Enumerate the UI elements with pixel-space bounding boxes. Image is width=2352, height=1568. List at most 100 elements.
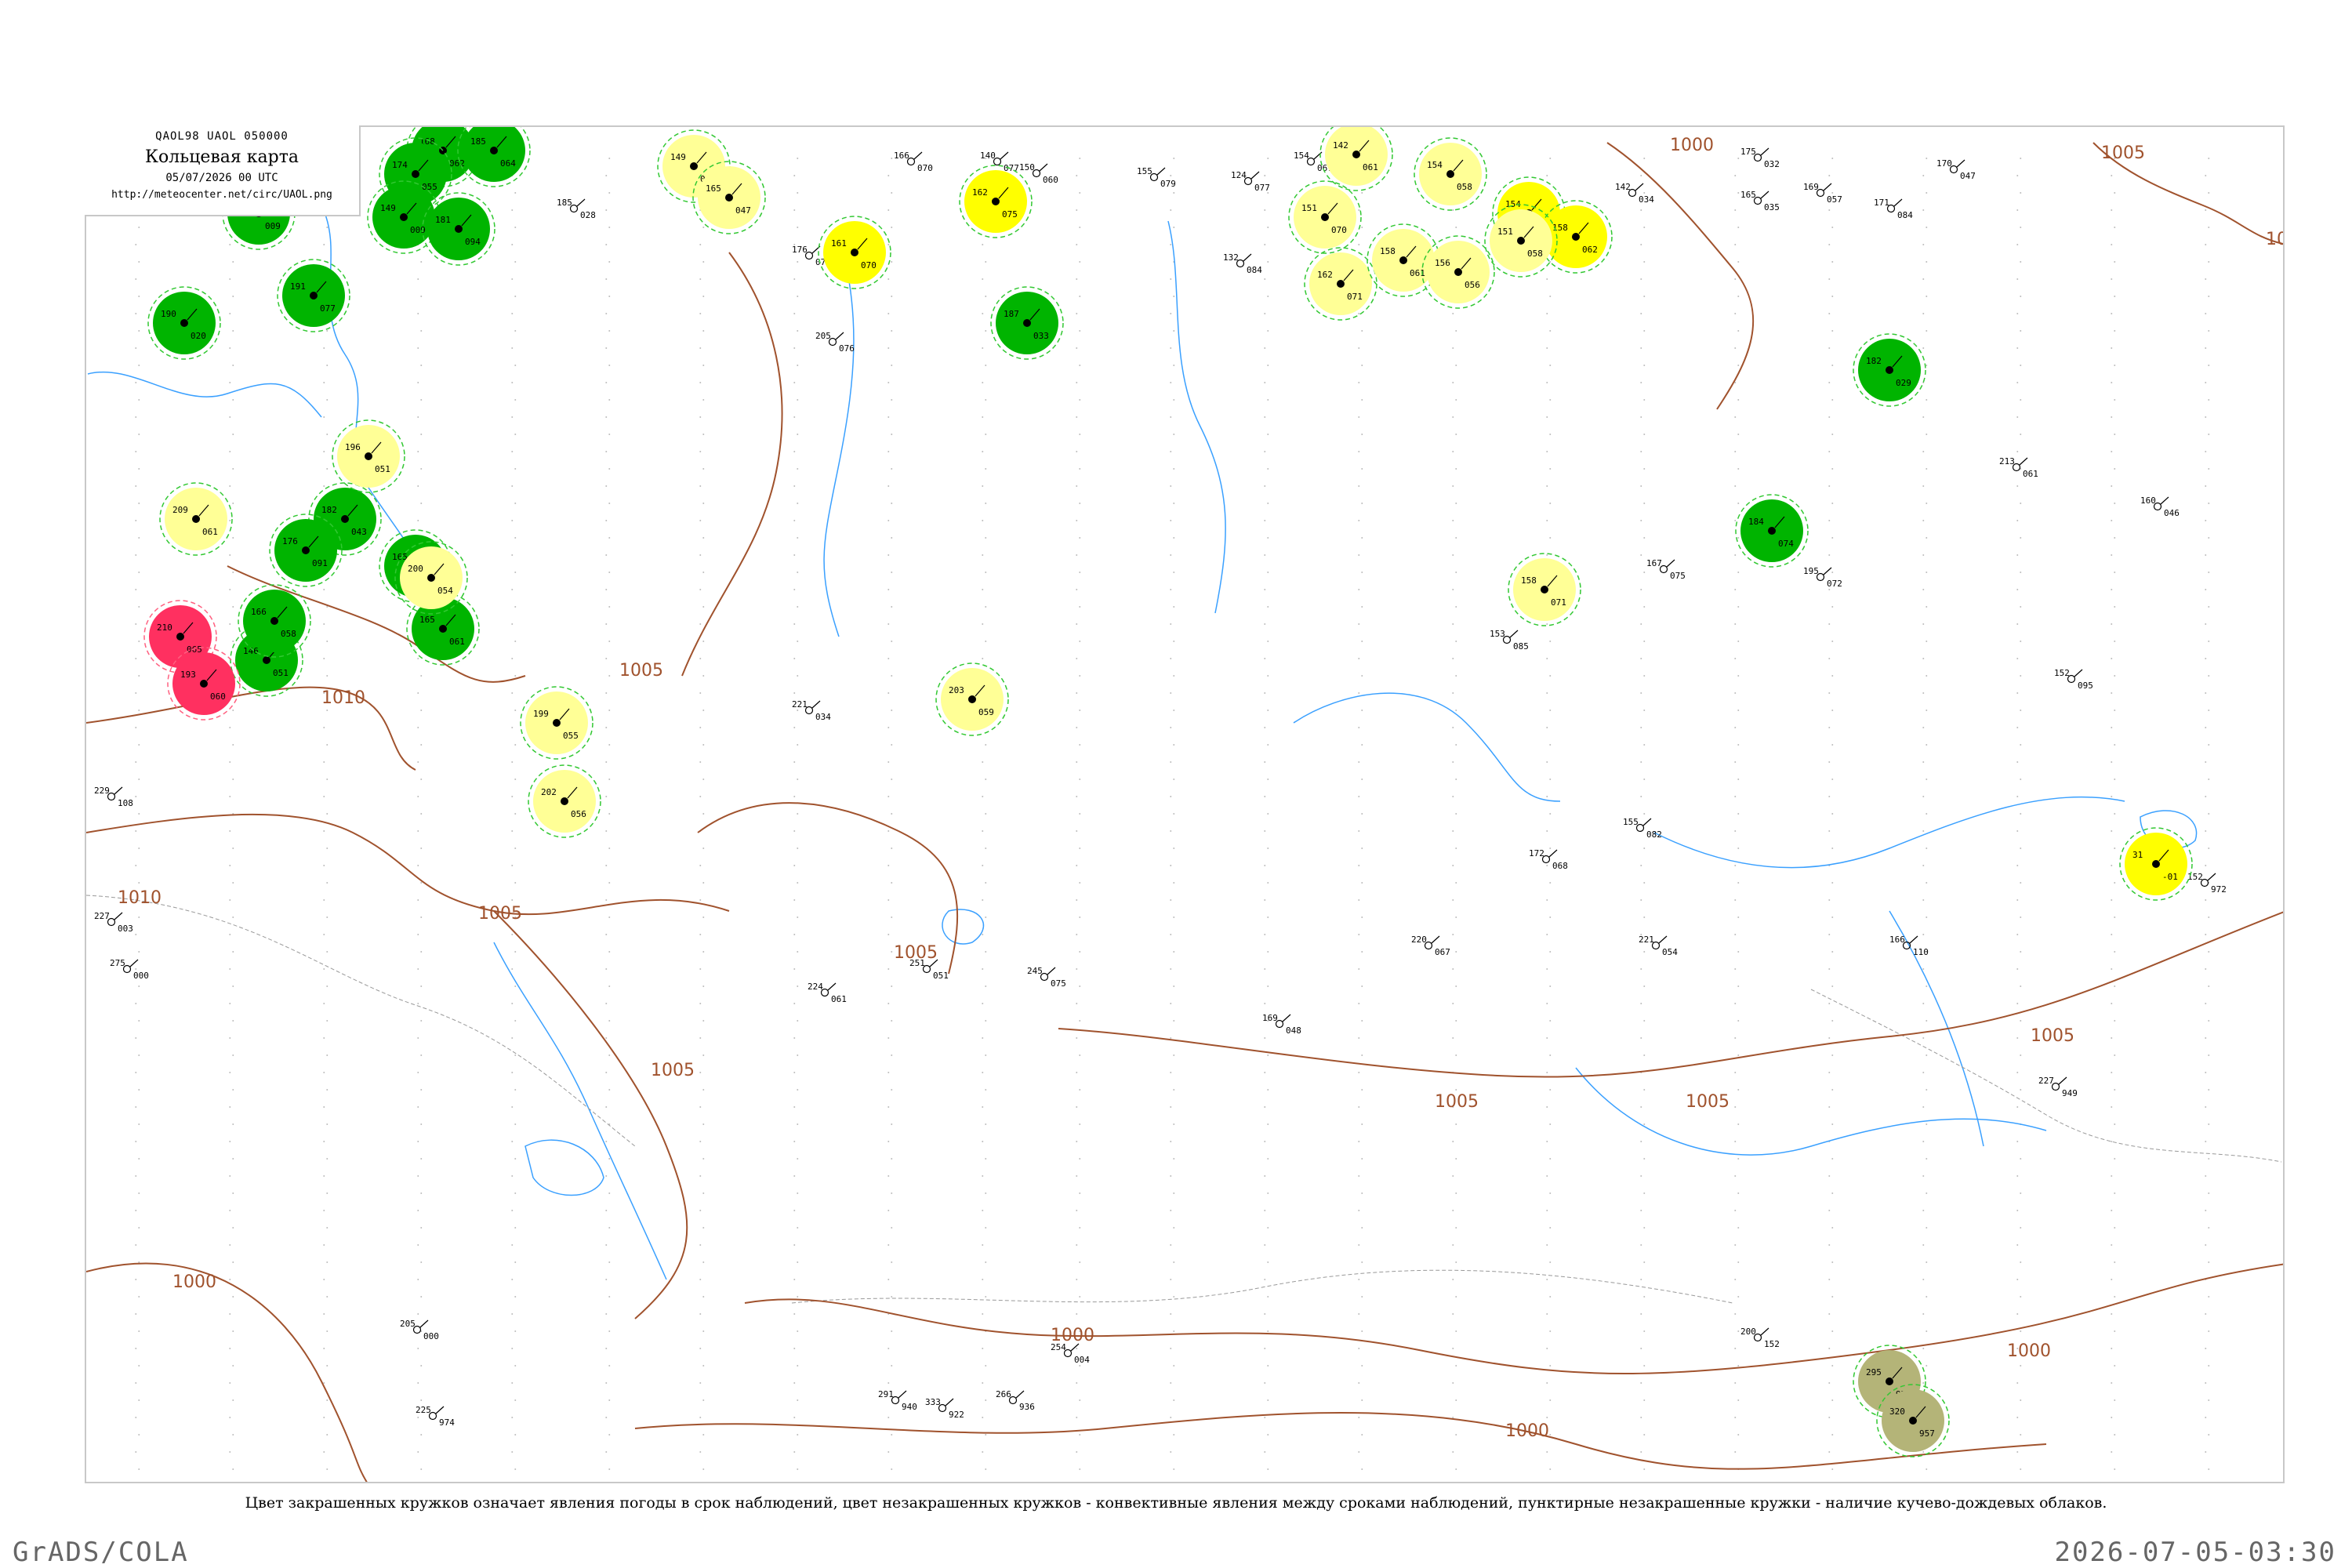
grid-dot	[1828, 416, 1831, 418]
station-model[interactable]: 153085	[1490, 629, 1529, 652]
grid-dot	[1926, 916, 1928, 918]
station-model[interactable]: 171084	[1874, 198, 1913, 220]
station-model[interactable]: 227949	[2038, 1076, 2078, 1098]
highlighted-station[interactable]: 149009	[367, 180, 441, 254]
grid-dot	[2111, 520, 2113, 521]
station-temperature: 059	[978, 707, 994, 717]
station-model[interactable]: 291940	[878, 1389, 917, 1412]
station-temperature: 062	[1582, 245, 1598, 255]
highlighted-station[interactable]: 181094	[422, 192, 495, 266]
grid-dot	[1734, 1382, 1737, 1384]
station-model[interactable]: 155079	[1137, 166, 1176, 189]
station-model[interactable]: 220067	[1411, 935, 1450, 957]
highlighted-station[interactable]: 165047	[692, 161, 766, 234]
station-model[interactable]: 155082	[1623, 817, 1662, 840]
highlighted-station[interactable]: 182029	[1853, 333, 1926, 407]
source-url[interactable]: http://meteocenter.net/circ/UAOL.png	[85, 189, 359, 201]
grid-dot	[1828, 727, 1831, 728]
highlighted-station[interactable]: 199055	[520, 686, 593, 760]
highlighted-station[interactable]: 320957	[1876, 1384, 1950, 1457]
station-model[interactable]: 167075	[1646, 558, 1686, 581]
grid-dot	[420, 1434, 423, 1436]
station-model[interactable]: 185028	[557, 198, 596, 220]
station-model[interactable]: 200152	[1740, 1327, 1780, 1349]
grid-dot	[702, 227, 705, 228]
station-model[interactable]: 169057	[1803, 182, 1842, 205]
station-model[interactable]: 254004	[1051, 1342, 1090, 1365]
highlighted-station[interactable]: 161070	[818, 216, 891, 289]
highlighted-station[interactable]: 191077	[277, 259, 350, 332]
grid-dot	[2111, 692, 2113, 694]
grid-dot	[1361, 641, 1363, 642]
station-model[interactable]: 152095	[2054, 668, 2093, 691]
grid-dot	[514, 744, 517, 746]
highlighted-station[interactable]: 190020	[147, 286, 221, 360]
grid-dot	[2114, 744, 2116, 746]
grid-dot	[1640, 761, 1642, 763]
station-model[interactable]: 166070	[894, 151, 933, 173]
highlighted-station[interactable]: 202056	[528, 764, 601, 838]
highlighted-station[interactable]: 151058	[1484, 204, 1558, 278]
station-model[interactable]: 172068	[1529, 848, 1568, 871]
grid-dot	[605, 175, 608, 176]
grid-dot	[891, 468, 893, 470]
highlighted-station[interactable]: 187033	[990, 286, 1064, 360]
grid-dot	[2111, 1244, 2113, 1246]
grid-dot	[1828, 1417, 1831, 1418]
station-model[interactable]: 225974	[416, 1405, 455, 1428]
highlighted-station[interactable]: 203059	[935, 662, 1009, 736]
highlighted-station[interactable]: 142061	[1319, 127, 1393, 191]
station-model[interactable]: 152972	[2187, 872, 2227, 895]
grid-dot	[797, 158, 799, 159]
station-model[interactable]: 213061	[1999, 456, 2038, 479]
highlighted-station[interactable]: 151070	[1288, 180, 1362, 254]
station-model[interactable]: 165035	[1740, 190, 1780, 212]
station-circle	[553, 719, 561, 727]
highlighted-station[interactable]: 193060	[167, 647, 241, 720]
highlighted-station[interactable]: 209061	[159, 482, 233, 556]
station-model[interactable]: 150060	[1019, 162, 1058, 185]
grid-dot	[2111, 347, 2113, 349]
station-model[interactable]: 229108	[94, 786, 133, 808]
station-model[interactable]: 140077	[980, 151, 1019, 173]
highlighted-station[interactable]: 184074	[1735, 494, 1809, 568]
grid-dot	[1173, 330, 1175, 332]
station-model[interactable]: 142034	[1615, 182, 1654, 205]
isobars-layer	[86, 142, 2283, 1482]
station-model[interactable]: 221054	[1639, 935, 1678, 957]
highlighted-station[interactable]: 158061	[1367, 223, 1440, 297]
grid-dot	[1922, 658, 1925, 659]
station-model[interactable]: 175032	[1740, 147, 1780, 169]
station-model[interactable]: 205076	[815, 331, 855, 354]
grid-dot	[232, 1468, 234, 1470]
grid-dot	[797, 1261, 799, 1263]
grid-dot	[1926, 330, 1928, 332]
highlighted-station[interactable]: 196051	[332, 419, 405, 493]
highlighted-station[interactable]: 176091	[269, 514, 343, 587]
highlighted-station[interactable]: 162075	[959, 165, 1033, 238]
station-model[interactable]: 275000	[110, 958, 149, 981]
highlighted-station[interactable]: 162071	[1304, 247, 1377, 321]
highlighted-station[interactable]: 158071	[1508, 553, 1581, 626]
highlighted-station[interactable]: 156056	[1421, 235, 1495, 309]
grid-dot	[2016, 865, 2019, 866]
highlighted-station[interactable]: 185064	[457, 127, 531, 187]
station-model[interactable]: 333922	[925, 1397, 964, 1420]
station-model[interactable]: 245075	[1027, 966, 1066, 989]
station-model[interactable]: 124077	[1231, 170, 1270, 193]
grid-dot	[1170, 899, 1172, 901]
highlighted-station[interactable]: 31-01	[2119, 827, 2193, 901]
grid-dot	[1549, 537, 1552, 539]
station-model[interactable]: 169048	[1262, 1013, 1301, 1036]
station-model[interactable]: 170047	[1936, 158, 1976, 181]
grid-dot	[1358, 1175, 1360, 1177]
station-model[interactable]: 205000	[400, 1319, 439, 1341]
station-model[interactable]: 195072	[1803, 566, 1842, 589]
station-model[interactable]: 227003	[94, 911, 133, 934]
grid-dot	[1828, 554, 1831, 556]
station-model[interactable]: 132084	[1223, 252, 1262, 275]
highlighted-station[interactable]: 154058	[1414, 137, 1487, 211]
station-model[interactable]: 224061	[808, 982, 847, 1004]
station-model[interactable]: 160046	[2140, 495, 2180, 518]
station-model[interactable]: 266936	[996, 1389, 1035, 1412]
